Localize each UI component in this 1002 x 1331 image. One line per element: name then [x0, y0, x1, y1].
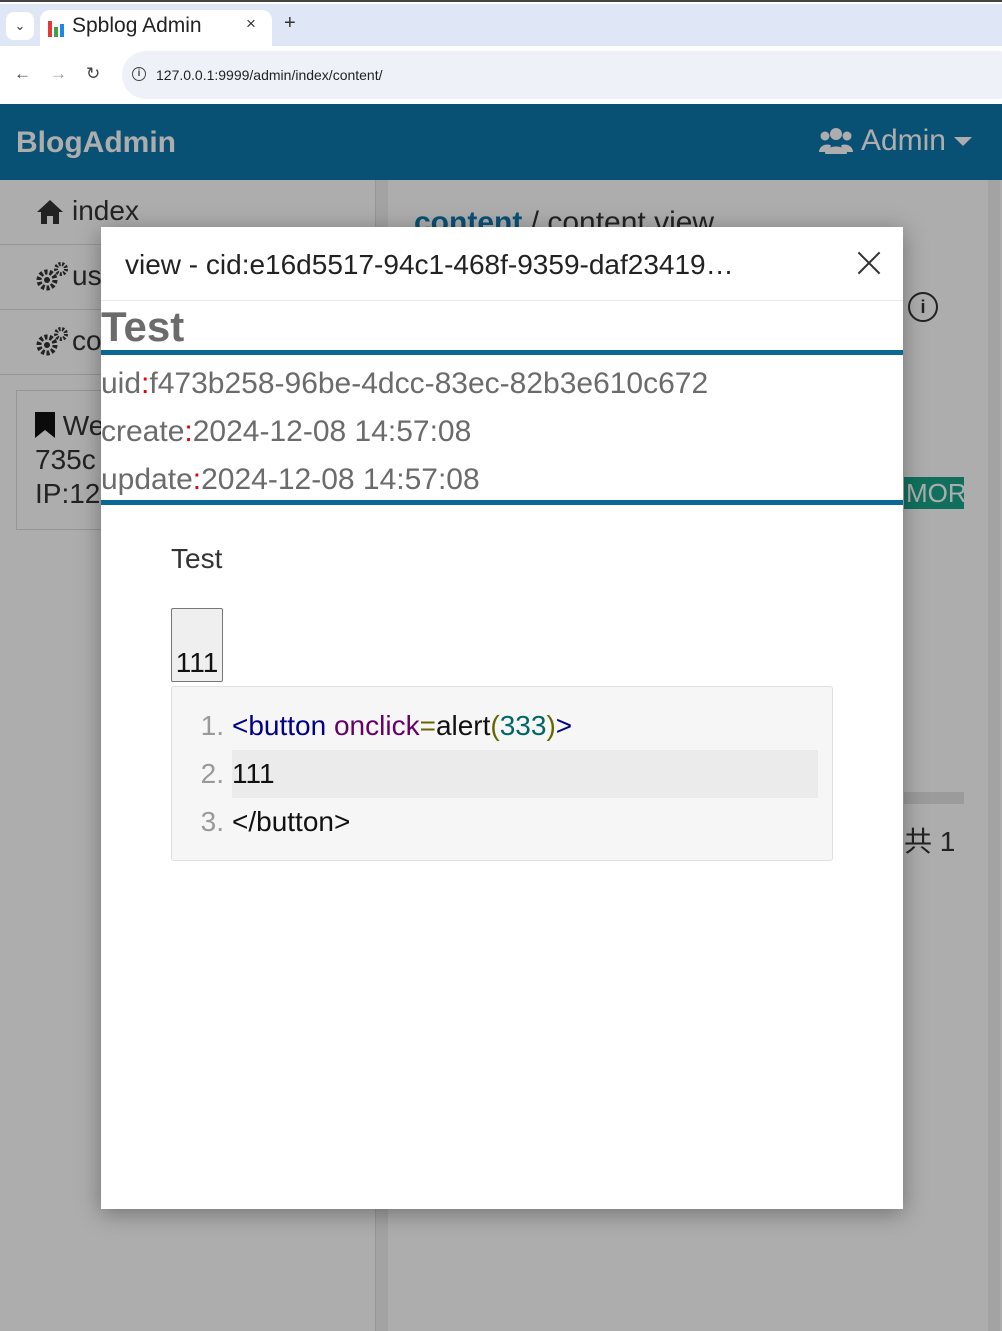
meta-create: create:2024-12-08 14:57:08	[101, 415, 472, 448]
browser-tab[interactable]: Spblog Admin ×	[40, 10, 272, 46]
meta-update: update:2024-12-08 14:57:08	[101, 463, 480, 496]
tab-search-button[interactable]: ⌄	[6, 12, 34, 40]
rendered-demo-button[interactable]: 111	[171, 608, 223, 682]
reload-icon[interactable]: ↻	[86, 64, 100, 84]
browser-chrome: ⌄ Spblog Admin × + ← → ↻ i 127.0.0.1:999…	[0, 0, 1002, 104]
line-number: 3.	[200, 806, 224, 837]
address-url[interactable]: 127.0.0.1:9999/admin/index/content/	[156, 67, 383, 83]
code-line: 2. 111	[172, 750, 834, 798]
code-block: 1. <button onclick=alert(333)> 2. 111 3.…	[171, 686, 833, 861]
forward-icon[interactable]: →	[50, 64, 67, 84]
line-number: 2.	[200, 758, 224, 789]
tab-title: Spblog Admin	[72, 14, 202, 37]
favicon-icon	[48, 21, 64, 37]
new-tab-button[interactable]: +	[284, 12, 296, 35]
view-modal: view - cid:e16d5517-94c1-468f-9359-daf23…	[101, 227, 903, 1209]
tab-strip: ⌄ Spblog Admin × +	[0, 4, 1002, 46]
site-info-icon[interactable]: i	[132, 67, 146, 81]
back-icon[interactable]: ←	[14, 64, 31, 84]
content-paragraph: Test	[171, 543, 223, 574]
update-value: 2024-12-08 14:57:08	[201, 463, 480, 496]
post-title: Test	[101, 303, 185, 350]
divider	[101, 350, 903, 355]
divider	[101, 500, 903, 505]
address-bar[interactable]: i 127.0.0.1:9999/admin/index/content/	[122, 51, 1002, 99]
meta-uid: uid:f473b258-96be-4dcc-83ec-82b3e610c672	[101, 367, 709, 400]
close-icon[interactable]	[857, 251, 881, 275]
create-value: 2024-12-08 14:57:08	[192, 415, 472, 448]
code-line: 3. </button>	[172, 798, 834, 846]
line-number: 1.	[200, 710, 224, 741]
modal-title: view - cid:e16d5517-94c1-468f-9359-daf23…	[125, 249, 734, 280]
modal-header: view - cid:e16d5517-94c1-468f-9359-daf23…	[101, 227, 903, 301]
browser-toolbar: ← → ↻ i 127.0.0.1:9999/admin/index/conte…	[0, 46, 1002, 104]
tab-close-icon[interactable]: ×	[246, 14, 256, 34]
uid-value: f473b258-96be-4dcc-83ec-82b3e610c672	[149, 367, 709, 400]
code-line: 1. <button onclick=alert(333)>	[172, 702, 834, 750]
chevron-down-icon: ⌄	[14, 18, 26, 33]
